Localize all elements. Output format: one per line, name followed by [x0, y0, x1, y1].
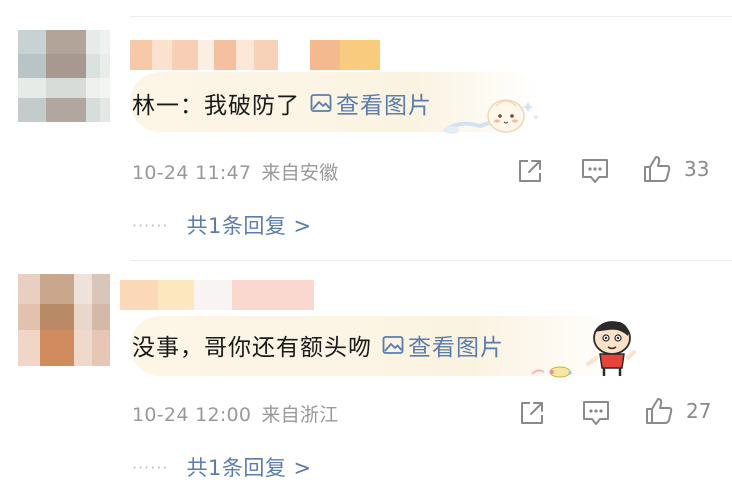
- username-blurred[interactable]: [130, 40, 410, 70]
- view-image-label: 查看图片: [408, 335, 504, 361]
- comment-time: 11:47: [195, 162, 252, 184]
- image-icon: [382, 336, 404, 354]
- reply-summary[interactable]: ······ 共1条回复 >: [132, 210, 312, 240]
- avatar[interactable]: [18, 274, 110, 366]
- top-divider: [130, 16, 732, 17]
- comment-list: 林一：我破防了 查看图片 10-24 11:47 来自安徽 33 ······ …: [0, 0, 732, 493]
- share-icon: [519, 160, 541, 182]
- comment-date: 10-24: [132, 162, 189, 184]
- comment-text: 林一：我破防了 查看图片: [132, 86, 432, 120]
- avatar[interactable]: [18, 30, 110, 122]
- share-icon: [521, 402, 543, 424]
- view-replies-link[interactable]: 共1条回复 >: [187, 452, 312, 482]
- view-image-link[interactable]: 查看图片: [310, 86, 432, 120]
- like-button[interactable]: 33: [642, 154, 709, 184]
- like-button[interactable]: 27: [644, 396, 711, 426]
- comment-meta: 10-24 12:00 来自浙江: [132, 400, 339, 427]
- reply-dots: ······: [132, 457, 169, 477]
- cartoon-boy-sticker: [531, 321, 636, 378]
- reply-to-author[interactable]: 林一: [132, 86, 180, 120]
- reply-dots: ······: [132, 215, 169, 235]
- comment-date: 10-24: [132, 404, 189, 426]
- comment-divider: [130, 260, 732, 261]
- comment-location: 来自安徽: [261, 162, 339, 184]
- view-replies-link[interactable]: 共1条回复 >: [187, 210, 312, 240]
- username-blurred[interactable]: [120, 280, 314, 310]
- share-button[interactable]: [518, 399, 546, 427]
- thumbs-up-icon: [644, 156, 671, 182]
- separator: ：: [180, 93, 204, 119]
- like-count: 33: [684, 157, 710, 181]
- comment-meta: 10-24 11:47 来自安徽: [132, 158, 339, 185]
- reply-summary[interactable]: ······ 共1条回复 >: [132, 452, 312, 482]
- comment-icon: [583, 401, 609, 425]
- comment-button[interactable]: [580, 157, 610, 185]
- comment-time: 12:00: [195, 404, 252, 426]
- comment-button[interactable]: [581, 399, 611, 427]
- view-image-label: 查看图片: [336, 93, 432, 119]
- thumbs-up-icon: [646, 398, 673, 424]
- image-icon: [310, 94, 332, 112]
- view-image-link[interactable]: 查看图片: [382, 328, 504, 362]
- comment-text: 没事，哥你还有额头吻 查看图片: [132, 328, 504, 362]
- share-button[interactable]: [516, 157, 544, 185]
- comment-location: 来自浙江: [261, 404, 339, 426]
- bun-sticker: [444, 99, 539, 134]
- comment-content: 我破防了: [204, 93, 300, 119]
- comment-icon: [582, 159, 608, 183]
- comment-content: 没事，哥你还有额头吻: [132, 335, 372, 361]
- like-count: 27: [686, 399, 712, 423]
